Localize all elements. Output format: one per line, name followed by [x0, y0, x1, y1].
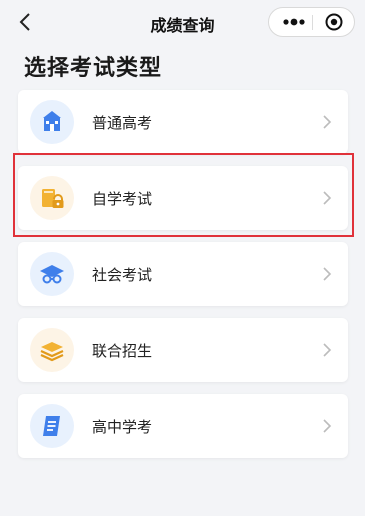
exam-type-item-social[interactable]: 社会考试: [18, 242, 348, 306]
item-label: 社会考试: [92, 266, 153, 284]
exam-type-item-high-school[interactable]: 高中学考: [18, 394, 348, 458]
chevron-right-icon: [323, 419, 332, 433]
exam-type-item-gaokao[interactable]: 普通高考: [18, 90, 348, 154]
graduation-cap-icon: [40, 265, 64, 284]
section-heading: 选择考试类型: [24, 56, 163, 81]
icon-badge: [30, 404, 74, 448]
nav-bar: 成绩查询: [0, 0, 365, 44]
scroll-icon: [43, 416, 60, 436]
target-icon[interactable]: [320, 11, 348, 33]
chevron-right-icon: [323, 115, 332, 129]
capsule-divider: [312, 15, 313, 30]
mini-program-capsule: [268, 7, 355, 37]
chevron-right-icon: [323, 343, 332, 357]
exam-type-item-joint-admission[interactable]: 联合招生: [18, 318, 348, 382]
chevron-right-icon: [323, 267, 332, 281]
item-label: 高中学考: [92, 418, 153, 436]
layers-icon: [40, 342, 64, 362]
item-label: 联合招生: [92, 342, 153, 360]
item-label: 普通高考: [92, 114, 153, 132]
more-dots-icon[interactable]: [277, 8, 311, 36]
icon-badge: [30, 252, 74, 296]
highlight-box: [13, 153, 354, 237]
icon-badge: [30, 100, 74, 144]
school-building-icon: [43, 111, 61, 131]
icon-badge: [30, 328, 74, 372]
